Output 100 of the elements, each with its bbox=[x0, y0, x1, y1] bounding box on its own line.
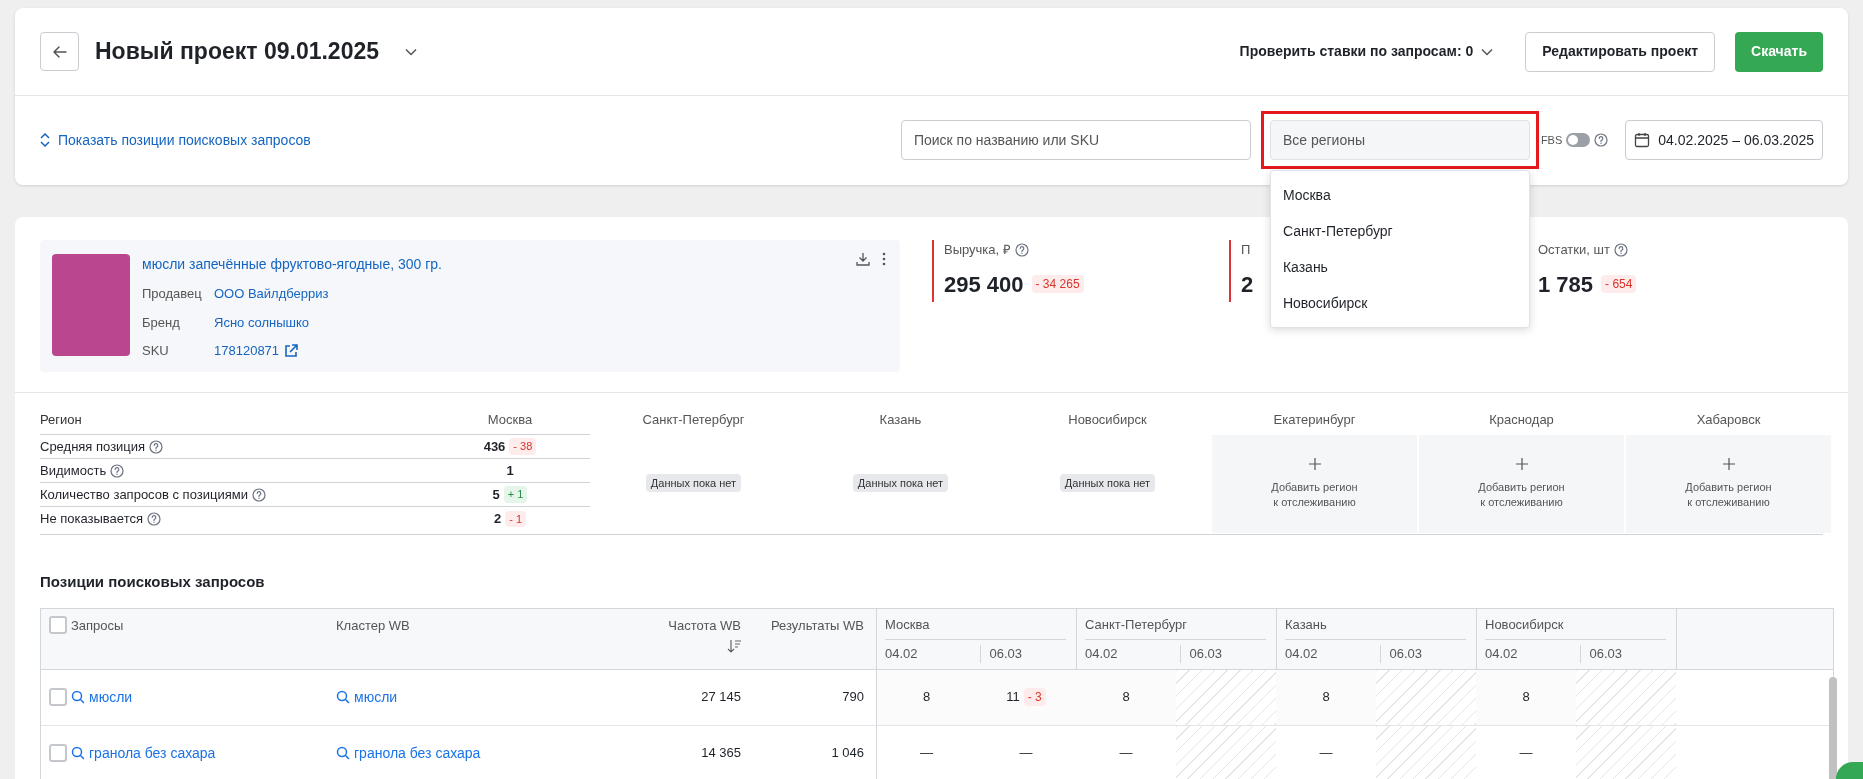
column-header: 06.03 bbox=[1189, 644, 1222, 663]
change-badge: + 1 bbox=[503, 486, 528, 503]
column-header: Казань bbox=[878, 411, 923, 430]
column-header: Регион bbox=[40, 405, 430, 435]
chevron-down-icon bbox=[1481, 47, 1494, 56]
field-value-link[interactable]: ООО Вайлдберриз bbox=[214, 284, 329, 304]
table-cell-text: — bbox=[920, 744, 933, 763]
calendar-icon bbox=[1634, 132, 1651, 148]
query-link[interactable]: гранола без сахара bbox=[71, 742, 216, 764]
column-header: Запросы bbox=[71, 616, 124, 635]
show-query-positions-link[interactable]: Показать позиции поисковых запросов bbox=[40, 129, 311, 151]
column-header: Результаты WB bbox=[770, 616, 864, 635]
column-group-header: Казань bbox=[1285, 616, 1327, 632]
checkbox[interactable] bbox=[49, 688, 67, 706]
table-cell-text: — bbox=[1119, 744, 1133, 763]
field-label: Бренд bbox=[142, 313, 181, 332]
change-badge: - 38 bbox=[509, 438, 537, 455]
checkbox[interactable] bbox=[49, 744, 67, 762]
column-header: Екатеринбург bbox=[1272, 411, 1357, 430]
table-cell-text: 8 bbox=[1322, 688, 1330, 707]
search-icon bbox=[71, 746, 85, 760]
metric-label: П bbox=[1241, 241, 1251, 259]
back-arrow-icon bbox=[51, 43, 68, 60]
column-header: Санкт-Петербург bbox=[641, 411, 746, 430]
scrollbar[interactable] bbox=[1829, 677, 1837, 779]
search-icon bbox=[336, 690, 350, 704]
product-name-link[interactable]: мюсли запечённые фруктово-ягодные, 300 гр. bbox=[142, 254, 442, 275]
row-value: 2 bbox=[493, 510, 502, 529]
change-badge: - 654 bbox=[1601, 275, 1637, 293]
add-region-tile[interactable]: Добавить регион к отслеживанию bbox=[1419, 435, 1624, 533]
row-value: 436 bbox=[483, 437, 506, 456]
table-cell-text: — bbox=[1019, 744, 1033, 763]
table-cell-text: 27 145 bbox=[701, 688, 741, 707]
help-icon[interactable] bbox=[1014, 242, 1029, 257]
change-badge: - 34 265 bbox=[1031, 275, 1084, 293]
metric-label: Выручка, ₽ bbox=[944, 241, 1011, 259]
metric-value: 1 785 bbox=[1538, 270, 1594, 299]
help-icon[interactable] bbox=[110, 463, 125, 478]
column-header: 06.03 bbox=[989, 644, 1022, 663]
column-header: Москва bbox=[430, 405, 590, 435]
bids-check-dropdown[interactable]: Проверить ставки по запросам: 0 bbox=[1239, 41, 1494, 62]
back-button[interactable] bbox=[40, 32, 79, 71]
field-label: SKU bbox=[142, 342, 170, 360]
column-header: 04.02 bbox=[1085, 644, 1118, 663]
add-region-tile[interactable]: Добавить регион к отслеживанию bbox=[1626, 435, 1831, 533]
chevron-down-icon bbox=[405, 47, 418, 56]
download-button[interactable] bbox=[856, 252, 870, 266]
search-icon bbox=[336, 746, 350, 760]
section-title: Позиции поисковых запросов bbox=[40, 572, 266, 592]
search-field[interactable]: Поиск по названию или SKU bbox=[900, 120, 1251, 160]
region-option[interactable]: Москва bbox=[1270, 177, 1529, 213]
query-link[interactable]: мюсли bbox=[71, 686, 133, 708]
more-options-button[interactable] bbox=[882, 252, 886, 266]
column-group-header: Санкт-Петербург bbox=[1085, 616, 1187, 632]
metric-label: Остатки, шт bbox=[1538, 241, 1610, 259]
field-value-link[interactable]: 178120871 bbox=[214, 341, 300, 361]
help-icon[interactable] bbox=[149, 439, 164, 454]
column-header: Краснодар bbox=[1488, 411, 1555, 430]
query-link[interactable]: гранола без сахара bbox=[336, 742, 481, 764]
column-header: 06.03 bbox=[1589, 644, 1622, 663]
row-value: 5 bbox=[492, 485, 500, 504]
column-header: Частота WB bbox=[668, 616, 741, 635]
sort-icon[interactable] bbox=[727, 639, 741, 653]
help-icon[interactable] bbox=[1613, 242, 1628, 257]
column-header: Хабаровск bbox=[1695, 411, 1762, 430]
help-icon[interactable] bbox=[147, 512, 161, 526]
checkbox[interactable] bbox=[49, 615, 67, 634]
plus-icon bbox=[1308, 458, 1321, 470]
region-option[interactable]: Новосибирск bbox=[1270, 285, 1529, 321]
help-icon[interactable] bbox=[1594, 133, 1609, 147]
metric-value: 2 bbox=[1241, 270, 1254, 299]
table-cell-text: 11 bbox=[1006, 688, 1020, 707]
column-header: Новосибирск bbox=[1067, 411, 1148, 430]
table-cell-text: 8 bbox=[922, 688, 931, 707]
table-cell-text: 1 046 bbox=[831, 744, 864, 763]
column-header: Кластер WB bbox=[336, 617, 410, 633]
search-icon bbox=[71, 690, 85, 704]
query-link[interactable]: мюсли bbox=[336, 686, 398, 708]
change-badge: - 3 bbox=[1023, 688, 1046, 706]
project-title: Новый проект 09.01.2025 bbox=[95, 37, 380, 67]
add-region-tile[interactable]: Добавить регион к отслеживанию bbox=[1212, 435, 1417, 533]
column-group-header: Москва bbox=[885, 616, 930, 632]
column-group-header: Новосибирск bbox=[1485, 616, 1564, 632]
expand-collapse-icon bbox=[40, 133, 50, 147]
row-label: Количество запросов с позициями bbox=[40, 485, 248, 504]
region-option[interactable]: Санкт-Петербург bbox=[1270, 213, 1529, 249]
more-icon bbox=[882, 252, 886, 266]
row-label: Видимость bbox=[40, 461, 107, 480]
fbs-toggle[interactable] bbox=[1566, 133, 1591, 147]
date-range-picker[interactable]: 04.02.2025 – 06.03.2025 bbox=[1625, 120, 1823, 160]
table-cell-text: 8 bbox=[1522, 688, 1530, 707]
table-cell-text: 14 365 bbox=[701, 744, 741, 763]
no-data-badge: Данных пока нет bbox=[1059, 473, 1156, 493]
row-label: Не показывается bbox=[40, 510, 143, 529]
region-option[interactable]: Казань bbox=[1270, 249, 1529, 285]
region-select[interactable]: Все регионы bbox=[1269, 120, 1530, 160]
field-value-link[interactable]: Ясно солнышко bbox=[214, 312, 310, 332]
help-icon[interactable] bbox=[251, 487, 266, 502]
metric-value: 295 400 bbox=[944, 270, 1024, 299]
edit-project-button[interactable]: Редактировать проект bbox=[1525, 31, 1716, 72]
